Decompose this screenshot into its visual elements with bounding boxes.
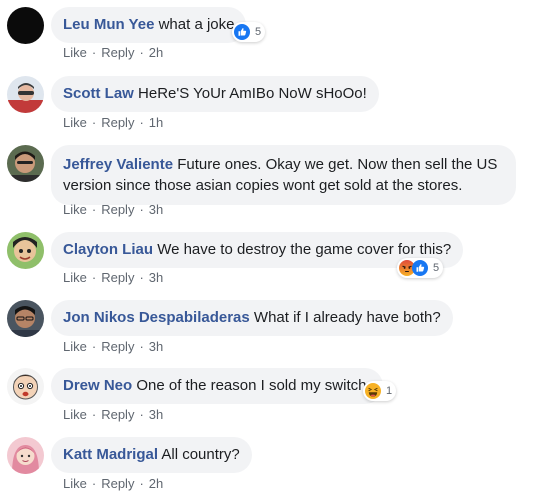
- comment-bubble: Jeffrey Valiente Future ones. Okay we ge…: [51, 145, 516, 205]
- separator: ·: [139, 407, 144, 422]
- timestamp[interactable]: 2h: [149, 476, 163, 491]
- comment-actions: Like · Reply · 3h: [63, 407, 163, 422]
- like-link[interactable]: Like: [63, 202, 87, 217]
- separator: ·: [139, 115, 144, 130]
- comment-author[interactable]: Jeffrey Valiente: [63, 156, 173, 173]
- comment-actions: Like · Reply · 2h: [63, 476, 163, 491]
- reply-link[interactable]: Reply: [101, 407, 134, 422]
- separator: ·: [91, 476, 97, 491]
- reactions-badge[interactable]: 1: [363, 381, 397, 401]
- separator: ·: [91, 45, 97, 60]
- like-link[interactable]: Like: [63, 476, 87, 491]
- comment-actions: Like · Reply · 1h: [63, 115, 163, 130]
- separator: ·: [91, 407, 97, 422]
- avatar[interactable]: [7, 368, 44, 405]
- like-link[interactable]: Like: [63, 339, 87, 354]
- like-icon: [412, 260, 428, 276]
- like-link[interactable]: Like: [63, 115, 87, 130]
- comment-actions: Like · Reply · 3h: [63, 202, 163, 217]
- comment-text: One of the reason I sold my switch.: [136, 377, 371, 394]
- avatar[interactable]: [7, 437, 44, 474]
- comment-actions: Like · Reply · 2h: [63, 45, 163, 60]
- separator: ·: [91, 270, 97, 285]
- avatar[interactable]: [7, 76, 44, 113]
- comment-actions: Like · Reply · 3h: [63, 270, 163, 285]
- like-icon: [234, 24, 250, 40]
- haha-icon: [365, 383, 381, 399]
- reactions-badge[interactable]: 5: [232, 22, 266, 42]
- comment-bubble: Drew Neo One of the reason I sold my swi…: [51, 368, 383, 404]
- separator: ·: [139, 202, 144, 217]
- separator: ·: [139, 270, 144, 285]
- comment-author[interactable]: Katt Madrigal: [63, 446, 158, 463]
- separator: ·: [91, 115, 97, 130]
- reply-link[interactable]: Reply: [101, 270, 134, 285]
- separator: ·: [139, 339, 144, 354]
- comment-actions: Like · Reply · 3h: [63, 339, 163, 354]
- avatar[interactable]: [7, 145, 44, 182]
- comment-author[interactable]: Clayton Liau: [63, 241, 153, 258]
- comment-author[interactable]: Scott Law: [63, 85, 134, 102]
- comment-bubble: Katt Madrigal All country?: [51, 437, 252, 473]
- separator: ·: [139, 45, 144, 60]
- reaction-count: 5: [255, 26, 262, 38]
- comment-text: We have to destroy the game cover for th…: [157, 241, 452, 258]
- reaction-count: 5: [433, 262, 440, 274]
- timestamp[interactable]: 3h: [149, 407, 163, 422]
- timestamp[interactable]: 2h: [149, 45, 163, 60]
- separator: ·: [91, 339, 97, 354]
- avatar[interactable]: [7, 232, 44, 269]
- comment-author[interactable]: Jon Nikos Despabiladeras: [63, 309, 250, 326]
- avatar[interactable]: [7, 7, 44, 44]
- reply-link[interactable]: Reply: [101, 115, 134, 130]
- avatar[interactable]: [7, 300, 44, 337]
- reactions-badge[interactable]: 5: [397, 258, 444, 278]
- reply-link[interactable]: Reply: [101, 202, 134, 217]
- timestamp[interactable]: 3h: [149, 270, 163, 285]
- comment-bubble: Scott Law HeRe'S YoUr AmIBo NoW sHoOo!: [51, 76, 379, 112]
- reply-link[interactable]: Reply: [101, 476, 134, 491]
- comment-bubble: Jon Nikos Despabiladeras What if I alrea…: [51, 300, 453, 336]
- reply-link[interactable]: Reply: [101, 45, 134, 60]
- timestamp[interactable]: 3h: [149, 339, 163, 354]
- like-link[interactable]: Like: [63, 407, 87, 422]
- comment-author[interactable]: Drew Neo: [63, 377, 132, 394]
- reply-link[interactable]: Reply: [101, 339, 134, 354]
- timestamp[interactable]: 3h: [149, 202, 163, 217]
- separator: ·: [139, 476, 144, 491]
- comment-text: what a joke: [158, 16, 235, 33]
- comment-author[interactable]: Leu Mun Yee: [63, 16, 154, 33]
- comment-text: All country?: [161, 446, 240, 463]
- comment-text: HeRe'S YoUr AmIBo NoW sHoOo!: [138, 85, 367, 102]
- comment-bubble: Leu Mun Yee what a joke: [51, 7, 247, 43]
- separator: ·: [91, 202, 97, 217]
- comment-text: What if I already have both?: [253, 309, 441, 326]
- like-link[interactable]: Like: [63, 270, 87, 285]
- timestamp[interactable]: 1h: [149, 115, 163, 130]
- reaction-count: 1: [386, 385, 393, 397]
- like-link[interactable]: Like: [63, 45, 87, 60]
